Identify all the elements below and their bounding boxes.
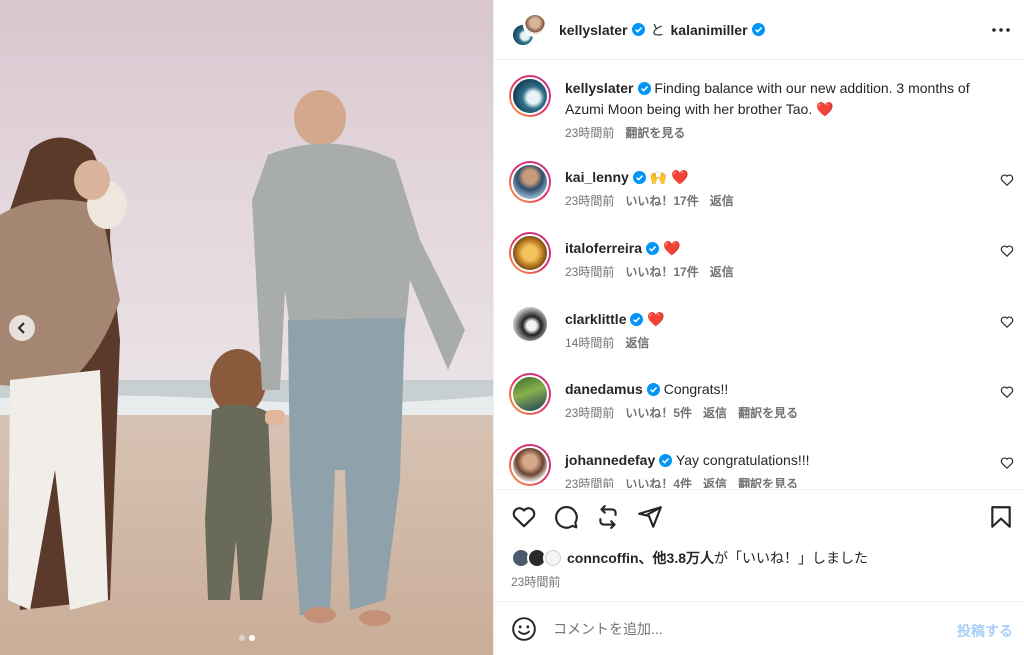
reply-button[interactable]: 返信	[703, 474, 727, 488]
reply-button[interactable]: 返信	[703, 403, 727, 424]
add-comment-bar: 投稿する	[494, 601, 1024, 655]
beach-family-photo	[0, 0, 493, 655]
avatar[interactable]	[509, 232, 551, 274]
header-username-2[interactable]: kalanimiller	[671, 22, 748, 38]
comment-icon[interactable]	[553, 504, 579, 530]
see-translation-button[interactable]: 翻訳を見る	[738, 474, 798, 488]
carousel-dot-active	[248, 635, 255, 641]
comment-username[interactable]: clarklittle	[565, 311, 626, 327]
header-conjunction: と	[650, 21, 665, 38]
comment-text: ❤️	[662, 240, 681, 256]
verified-badge-icon	[632, 171, 646, 184]
chevron-left-icon	[17, 322, 25, 334]
comment-time: 23時間前	[565, 265, 615, 279]
verified-badge-icon	[751, 23, 765, 36]
liker-username[interactable]: conncoffin、	[567, 548, 653, 568]
comment-likes[interactable]: いいね！17件	[625, 191, 698, 212]
avatar[interactable]	[509, 373, 551, 415]
post-timestamp: 23時間前	[511, 575, 561, 589]
likes-suffix: が「いいね！」しました	[714, 550, 869, 566]
heart-icon[interactable]	[1000, 385, 1014, 399]
send-icon[interactable]	[637, 504, 663, 530]
see-translation-button[interactable]: 翻訳を見る	[738, 403, 798, 424]
caption-username[interactable]: kellyslater	[565, 80, 634, 96]
likes-summary: conncoffin、 他3.8万人 が「いいね！」しました	[511, 548, 868, 568]
comment-time: 23時間前	[565, 406, 615, 420]
verified-badge-icon	[630, 313, 644, 326]
comment-text: ❤️	[647, 311, 665, 327]
comment-time: 14時間前	[565, 336, 615, 350]
avatar[interactable]	[509, 161, 551, 203]
emoji-icon[interactable]	[511, 616, 537, 642]
avatar[interactable]	[509, 303, 551, 345]
collab-avatar[interactable]	[511, 12, 547, 47]
likes-count[interactable]: 他3.8万人	[653, 548, 714, 568]
verified-badge-icon	[637, 82, 651, 95]
heart-icon[interactable]	[1000, 173, 1014, 187]
see-translation-button[interactable]: 翻訳を見る	[625, 123, 685, 144]
post-comment-button[interactable]: 投稿する	[957, 621, 1013, 641]
comment-username[interactable]: danedamus	[565, 381, 643, 397]
more-options-button[interactable]	[989, 18, 1013, 42]
carousel-dots	[0, 635, 493, 641]
post-header: kellyslater と kalanimiller	[494, 0, 1024, 60]
liker-avatars	[511, 548, 565, 568]
repost-icon[interactable]	[595, 504, 621, 530]
post-side-panel: kellyslater と kalanimiller kellyslater F…	[493, 0, 1024, 655]
avatar[interactable]	[509, 444, 551, 486]
comments-list[interactable]: kellyslater Finding balance with our new…	[494, 61, 1024, 488]
comment-text: Yay congratulations!!!	[675, 452, 810, 468]
comment-text: 🙌 ❤️	[649, 169, 689, 185]
avatar	[543, 548, 563, 568]
comment-input[interactable]	[553, 620, 933, 637]
post-actions: conncoffin、 他3.8万人 が「いいね！」しました 23時間前	[494, 489, 1024, 600]
more-horizontal-icon	[992, 28, 1010, 32]
verified-badge-icon	[631, 23, 645, 36]
carousel-previous-button[interactable]	[9, 315, 35, 341]
reply-button[interactable]: 返信	[710, 262, 734, 283]
comment-likes[interactable]: いいね！5件	[625, 403, 692, 424]
heart-icon[interactable]	[1000, 456, 1014, 470]
comment-time: 23時間前	[565, 194, 615, 208]
comment-time: 23時間前	[565, 477, 615, 488]
comment-text: Congrats!!	[663, 381, 729, 397]
heart-icon[interactable]	[1000, 244, 1014, 258]
heart-icon[interactable]	[511, 504, 537, 530]
avatar	[523, 12, 547, 37]
verified-badge-icon	[646, 242, 660, 255]
avatar[interactable]	[509, 75, 551, 117]
comment-username[interactable]: italoferreira	[565, 240, 642, 256]
comment-likes[interactable]: いいね！4件	[625, 474, 692, 488]
verified-badge-icon	[646, 383, 660, 396]
reply-button[interactable]: 返信	[710, 191, 734, 212]
verified-badge-icon	[659, 454, 673, 467]
comment-username[interactable]: kai_lenny	[565, 169, 629, 185]
comment-username[interactable]: johannedefay	[565, 452, 655, 468]
post-photo[interactable]	[0, 0, 493, 655]
reply-button[interactable]: 返信	[625, 333, 649, 354]
bookmark-icon[interactable]	[988, 504, 1014, 530]
comment-likes[interactable]: いいね！17件	[625, 262, 698, 283]
header-username-1[interactable]: kellyslater	[559, 22, 628, 38]
caption-time: 23時間前	[565, 126, 615, 140]
heart-icon[interactable]	[1000, 315, 1014, 329]
carousel-dot	[238, 635, 245, 641]
